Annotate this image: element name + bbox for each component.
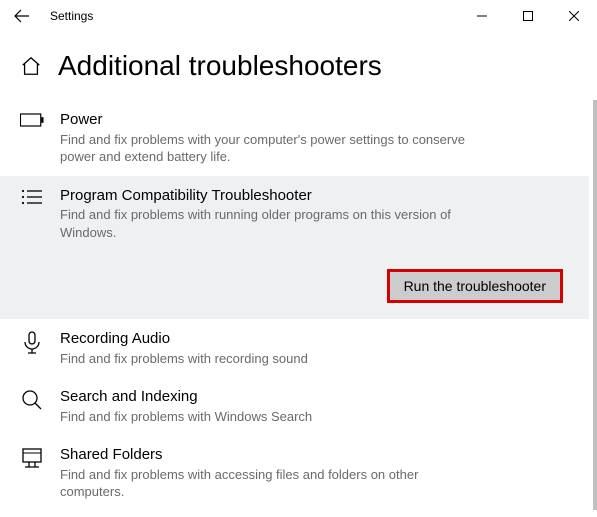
page-title: Additional troubleshooters [58,50,382,82]
minimize-icon [477,11,487,21]
back-arrow-icon [14,8,30,24]
battery-icon [20,112,44,136]
item-desc: Find and fix problems with Windows Searc… [60,408,480,426]
search-icon [20,389,44,413]
list-icon [20,188,44,212]
microphone-icon [20,331,44,355]
scrollbar[interactable] [593,100,597,510]
troubleshooter-item-power[interactable]: Power Find and fix problems with your co… [0,100,589,176]
item-name: Shared Folders [60,445,569,465]
troubleshooter-item-program-compatibility[interactable]: Program Compatibility Troubleshooter Fin… [0,176,589,320]
close-icon [569,11,579,21]
computer-icon [20,447,44,471]
troubleshooter-item-search-indexing[interactable]: Search and Indexing Find and fix problem… [0,377,589,435]
item-desc: Find and fix problems with recording sou… [60,350,480,368]
page-header: Additional troubleshooters [0,32,597,100]
item-text: Program Compatibility Troubleshooter Fin… [60,186,569,242]
item-desc: Find and fix problems with your computer… [60,131,480,166]
item-name: Search and Indexing [60,387,569,407]
minimize-button[interactable] [459,0,505,32]
run-button-wrap: Run the troubleshooter [20,269,569,303]
item-text: Recording Audio Find and fix problems wi… [60,329,569,367]
item-text: Power Find and fix problems with your co… [60,110,569,166]
item-name: Program Compatibility Troubleshooter [60,186,569,206]
home-icon [20,55,42,77]
maximize-icon [523,11,533,21]
window-title: Settings [50,9,93,23]
troubleshooter-item-recording-audio[interactable]: Recording Audio Find and fix problems wi… [0,319,589,377]
run-troubleshooter-button[interactable]: Run the troubleshooter [387,269,563,303]
troubleshooter-list: Power Find and fix problems with your co… [0,100,589,517]
maximize-button[interactable] [505,0,551,32]
window-controls [459,0,597,32]
troubleshooter-item-shared-folders[interactable]: Shared Folders Find and fix problems wit… [0,435,589,511]
item-desc: Find and fix problems with accessing fil… [60,466,480,501]
item-text: Shared Folders Find and fix problems wit… [60,445,569,501]
item-name: Power [60,110,569,130]
item-name: Recording Audio [60,329,569,349]
titlebar: Settings [0,0,597,32]
item-text: Search and Indexing Find and fix problem… [60,387,569,425]
back-button[interactable] [10,4,34,28]
close-button[interactable] [551,0,597,32]
item-desc: Find and fix problems with running older… [60,206,480,241]
